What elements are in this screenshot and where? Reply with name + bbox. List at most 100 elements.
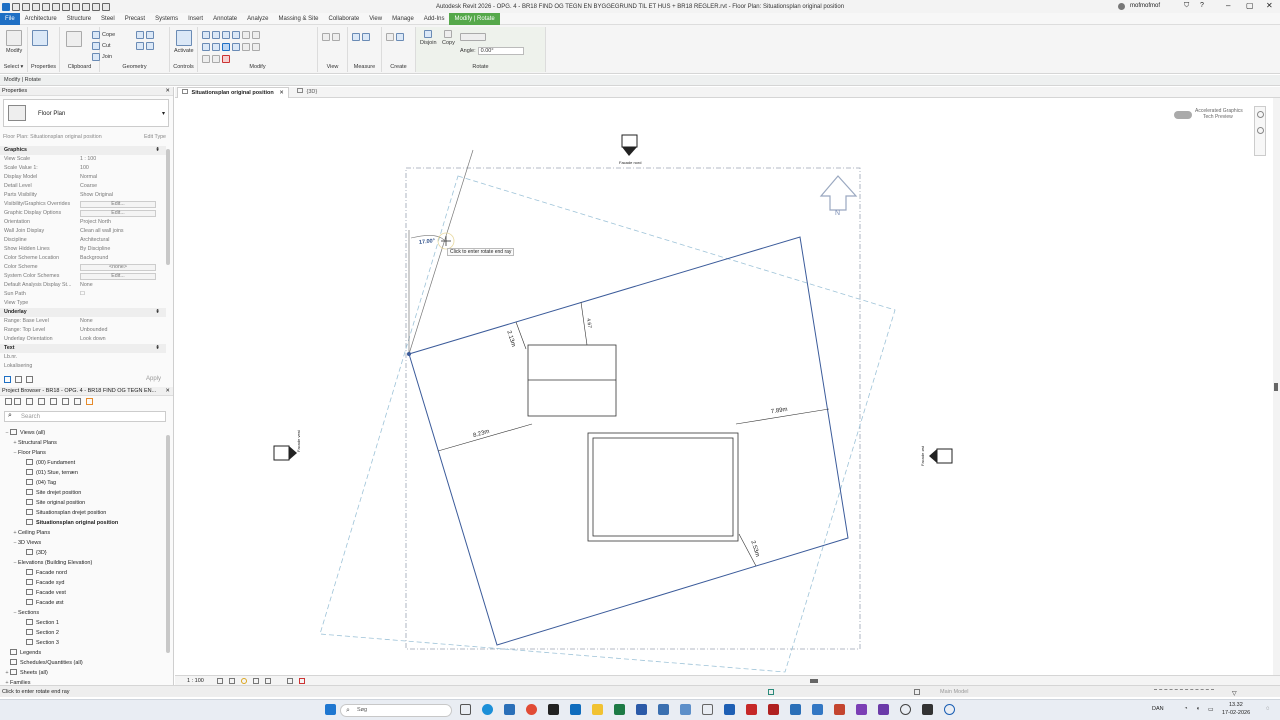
tab-3d[interactable]: {3D} xyxy=(293,87,321,98)
search-input[interactable]: Search xyxy=(21,414,40,420)
ribbon-tab-steel[interactable]: Steel xyxy=(96,13,120,25)
tree-item[interactable]: Facade vest xyxy=(20,588,66,598)
user-icon[interactable] xyxy=(1118,3,1125,10)
properties-help-icon[interactable] xyxy=(4,376,11,383)
building-small[interactable] xyxy=(527,344,617,417)
language-indicator[interactable]: DAN xyxy=(1152,706,1164,712)
browser-tool-icon[interactable] xyxy=(38,398,45,405)
folder-icon[interactable] xyxy=(592,704,603,715)
property-value[interactable]: Background xyxy=(80,254,160,263)
app-icon[interactable] xyxy=(812,704,823,715)
tree-item[interactable]: +Ceiling Plans xyxy=(12,528,50,538)
plan-drawing[interactable] xyxy=(175,98,1273,675)
zoom-icon[interactable] xyxy=(1257,127,1264,134)
network-icon[interactable]: ◔ xyxy=(1184,706,1188,712)
reveal-hidden-icon[interactable] xyxy=(299,678,305,684)
browser-tool-icon[interactable] xyxy=(50,398,57,405)
apply-button[interactable]: Apply xyxy=(146,376,161,382)
worksets-icon[interactable] xyxy=(768,689,774,695)
maximize-button[interactable]: ▢ xyxy=(1246,1,1254,10)
property-value[interactable]: Look down xyxy=(80,335,160,344)
tree-item[interactable]: Situationsplan drejet position xyxy=(20,508,106,518)
modify-tools-row-1[interactable] xyxy=(202,31,260,39)
visual-style-icon[interactable] xyxy=(229,678,235,684)
browser-tool-icon[interactable] xyxy=(86,398,93,405)
elevation-west-icon[interactable] xyxy=(273,445,297,461)
close-hidden-icon[interactable] xyxy=(102,2,110,11)
property-value[interactable]: None xyxy=(80,317,160,326)
modify-tools-row-3[interactable] xyxy=(202,55,230,63)
app-icon[interactable] xyxy=(790,704,801,715)
app-icon[interactable] xyxy=(900,704,911,715)
ribbon-tab-systems[interactable]: Systems xyxy=(150,13,183,25)
clock-date[interactable]: 17-02-2026 xyxy=(1222,710,1250,716)
selection-tools-icon[interactable] xyxy=(1154,689,1214,695)
user-name[interactable]: mofmofmof xyxy=(1130,3,1160,9)
app-icon[interactable] xyxy=(702,704,713,715)
app-icon[interactable] xyxy=(768,704,779,715)
tree-item[interactable]: −Floor Plans xyxy=(12,448,45,458)
tree-item[interactable]: −Sections xyxy=(12,608,39,618)
elevation-east-icon[interactable] xyxy=(929,448,953,464)
ribbon-tab-collaborate[interactable]: Collaborate xyxy=(324,13,365,25)
tree-item[interactable]: (04) Tag xyxy=(20,478,56,488)
canvas-vscrollbar[interactable] xyxy=(1273,98,1280,675)
store-icon[interactable] xyxy=(548,704,559,715)
app-icon[interactable] xyxy=(680,704,691,715)
tree-item[interactable]: Legends xyxy=(4,648,41,658)
property-value[interactable]: Coarse xyxy=(80,182,160,191)
group-label-select[interactable]: Select ▾ xyxy=(0,64,27,70)
property-value[interactable]: Edit... xyxy=(80,209,160,218)
ribbon-tab-structure[interactable]: Structure xyxy=(62,13,96,25)
paste-button[interactable] xyxy=(66,31,82,47)
navigation-bar[interactable] xyxy=(1254,106,1266,156)
property-section[interactable]: Underlay ⇞ xyxy=(0,308,166,317)
windows-start-icon[interactable] xyxy=(325,704,336,715)
browser-tool-icon[interactable] xyxy=(26,398,33,405)
properties-scrollbar[interactable] xyxy=(166,149,170,265)
rotation-center[interactable] xyxy=(407,352,411,356)
ribbon-tab-view[interactable]: View xyxy=(364,13,387,25)
tree-item[interactable]: + Sheets (all) xyxy=(4,668,48,678)
onenote-icon[interactable] xyxy=(856,704,867,715)
property-value[interactable]: Normal xyxy=(80,173,160,182)
property-value[interactable]: <none> xyxy=(80,263,160,272)
cope-button[interactable]: Cope xyxy=(92,31,115,39)
view-tools[interactable] xyxy=(322,33,340,41)
vscroll-thumb[interactable] xyxy=(1274,383,1278,391)
ribbon-tab-modify-rotate[interactable]: Modify | Rotate xyxy=(449,12,500,25)
tree-item[interactable]: Facade øst xyxy=(20,598,64,608)
browser-scrollbar[interactable] xyxy=(166,435,170,653)
shadows-icon[interactable] xyxy=(253,678,259,684)
property-value[interactable]: None xyxy=(80,281,160,290)
crop-region[interactable] xyxy=(405,167,861,650)
ribbon-tab-massing-site[interactable]: Massing & Site xyxy=(273,13,323,25)
ribbon-tab-annotate[interactable]: Annotate xyxy=(208,13,242,25)
tree-item[interactable]: +Structural Plans xyxy=(12,438,56,448)
tree-item[interactable]: {3D} xyxy=(20,548,47,558)
filter-icon[interactable] xyxy=(15,376,22,383)
crop-icon[interactable] xyxy=(265,678,271,684)
tree-item[interactable]: Facade nord xyxy=(20,568,67,578)
detail-level-icon[interactable] xyxy=(217,678,223,684)
join-button[interactable]: Join xyxy=(92,53,112,61)
north-arrow-icon[interactable] xyxy=(819,175,858,211)
property-edit-button[interactable]: Edit... xyxy=(80,273,156,280)
tree-item[interactable]: Site drejet position xyxy=(20,488,81,498)
browser-search[interactable]: ⌕ Search xyxy=(4,411,166,422)
battery-icon[interactable]: ▭ xyxy=(1208,706,1214,713)
geometry-tool-2[interactable] xyxy=(136,42,154,50)
close-button[interactable]: ✕ xyxy=(1266,1,1273,10)
cart-icon[interactable]: ⛉ xyxy=(1184,2,1189,10)
app-icon[interactable] xyxy=(504,704,515,715)
tree-item[interactable]: Situationsplan original position xyxy=(20,518,118,528)
hscroll-thumb[interactable] xyxy=(810,679,818,683)
cut-button[interactable]: Cut xyxy=(92,42,111,50)
modify-button[interactable]: Modify xyxy=(6,30,22,54)
close-icon[interactable]: ✕ xyxy=(165,87,170,96)
property-section[interactable]: Graphics ⇞ xyxy=(0,146,166,155)
building-large-outer[interactable] xyxy=(587,432,739,542)
excel-icon[interactable] xyxy=(614,704,625,715)
temporary-hide-icon[interactable] xyxy=(287,678,293,684)
app-icon[interactable] xyxy=(658,704,669,715)
